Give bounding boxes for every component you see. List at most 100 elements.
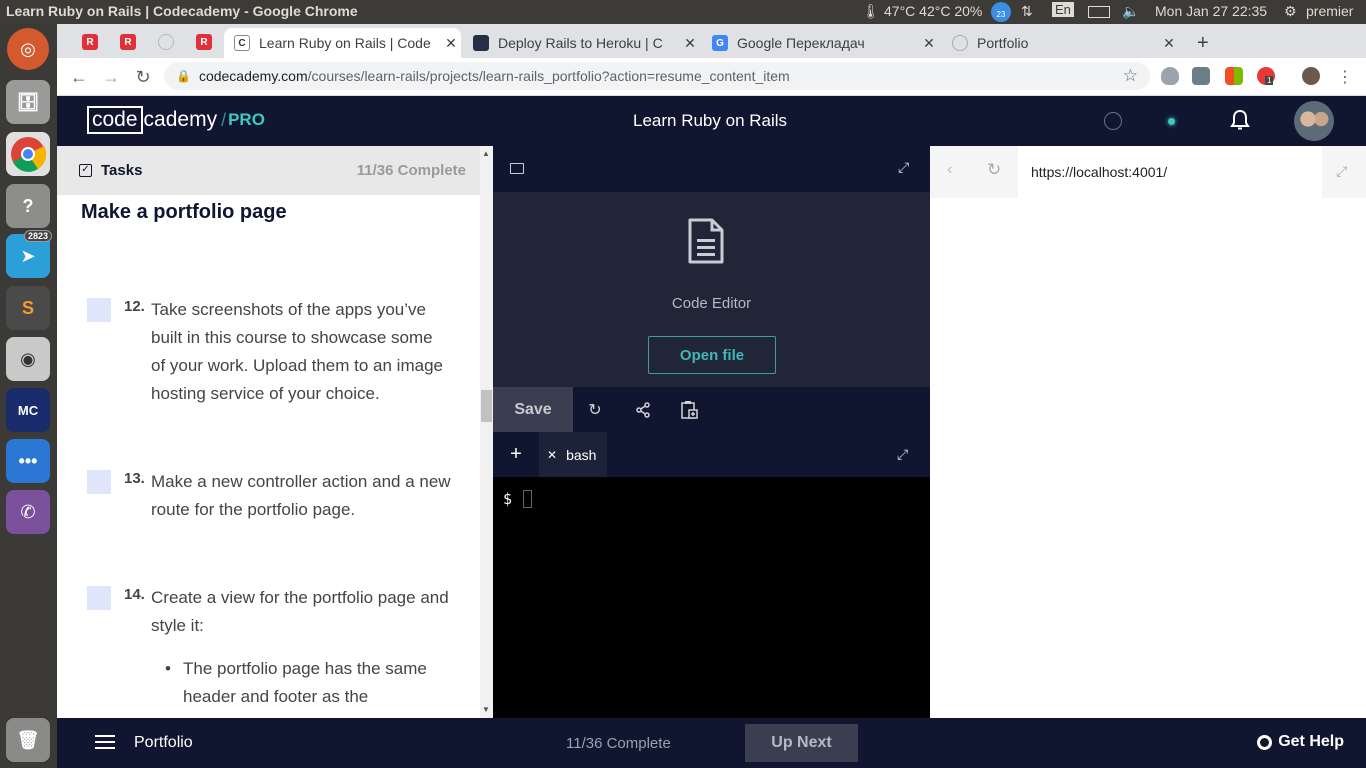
scroll-down-arrow-icon[interactable]: ▼ — [482, 705, 490, 714]
midnight-commander-icon[interactable]: MC — [6, 388, 50, 432]
task-checkbox[interactable] — [87, 586, 111, 610]
folder-icon[interactable] — [510, 163, 524, 174]
reload-icon[interactable]: ↻ — [131, 66, 155, 88]
task-number: 12. — [124, 298, 145, 315]
notification-badge[interactable]: 23 — [991, 2, 1011, 22]
preview-browser-bar: ‹ ↻ https://localhost:4001/ ⤢ — [930, 146, 1366, 198]
messaging-icon[interactable]: ••• — [6, 439, 50, 483]
preview-browser-content[interactable] — [930, 198, 1366, 718]
preview-back-icon[interactable]: ‹ — [947, 161, 952, 179]
pinned-tab-blank[interactable] — [156, 33, 176, 51]
loading-favicon — [952, 35, 968, 51]
battery-icon[interactable] — [1088, 6, 1110, 18]
window-title: Learn Ruby on Rails | Codecademy - Googl… — [6, 3, 358, 19]
os-top-panel: Learn Ruby on Rails | Codecademy - Googl… — [0, 0, 1366, 24]
task-text: Make a new controller action and a new r… — [151, 472, 451, 519]
tab-learn-ruby-on-rails[interactable]: C Learn Ruby on Rails | Code ✕ — [224, 28, 461, 58]
codecademy-header: code cademy / PRO Learn Ruby on Rails — [57, 96, 1366, 146]
close-icon[interactable]: ✕ — [1159, 35, 1179, 52]
extension-shield-icon[interactable] — [1161, 67, 1179, 85]
terminal-tab-bash[interactable]: ✕ bash — [539, 432, 607, 477]
chrome-tab-strip: R R R C Learn Ruby on Rails | Code ✕ Dep… — [57, 24, 1366, 58]
tasks-scrollbar[interactable]: ▲ ▼ — [480, 146, 493, 718]
alarm-clock-icon[interactable] — [1104, 112, 1122, 130]
close-icon[interactable]: ✕ — [547, 448, 557, 462]
scrollbar-thumb[interactable] — [481, 390, 492, 422]
notification-bell-icon[interactable] — [1230, 109, 1250, 137]
pinned-tab-rails-1[interactable]: R — [80, 33, 100, 51]
status-dot-icon — [1168, 118, 1175, 125]
save-button[interactable]: Save — [493, 387, 573, 432]
task-checkbox[interactable] — [87, 470, 111, 494]
help-icon[interactable]: ? — [6, 184, 50, 228]
scroll-up-arrow-icon[interactable]: ▲ — [482, 149, 490, 158]
tab-deploy-rails-heroku[interactable]: Deploy Rails to Heroku | C ✕ — [463, 28, 700, 58]
codecademy-logo[interactable]: code cademy / PRO — [87, 106, 265, 134]
new-tab-button[interactable]: + — [1187, 28, 1217, 58]
up-next-button[interactable]: Up Next — [745, 724, 858, 762]
close-icon[interactable]: ✕ — [441, 35, 461, 52]
code-editor-label: Code Editor — [671, 295, 752, 312]
close-icon[interactable]: ✕ — [680, 35, 700, 52]
sublime-icon[interactable]: S — [6, 286, 50, 330]
task-checkbox[interactable] — [87, 298, 111, 322]
ubuntu-icon[interactable]: ◎ — [7, 28, 49, 70]
terminal-bar: + ✕ bash ⤢ — [493, 432, 930, 477]
pinned-tab-rails-3[interactable]: R — [194, 33, 214, 51]
network-icon[interactable]: ⇅ — [1021, 3, 1033, 20]
get-help-button[interactable]: Get Help — [1257, 733, 1344, 751]
forward-arrow-icon[interactable]: → — [99, 66, 123, 88]
profile-avatar[interactable] — [1302, 67, 1320, 85]
launcher: ◎ 🗄 ? ➤ 2823 S ◉ MC ••• ✆ 🗑 — [0, 24, 57, 768]
extension-opera-icon[interactable]: 1 — [1257, 67, 1275, 85]
expand-icon[interactable]: ⤢ — [897, 446, 908, 463]
address-bar[interactable]: 🔒 codecademy.com/courses/learn-rails/pro… — [164, 62, 1150, 90]
hamburger-menu-icon[interactable] — [95, 735, 115, 751]
speaker-app-icon[interactable]: ◉ — [6, 337, 50, 381]
tasks-pane: ✓ Tasks 11/36 Complete Make a portfolio … — [57, 146, 493, 718]
preview-reload-icon[interactable]: ↻ — [987, 160, 1001, 180]
username[interactable]: premier — [1306, 3, 1353, 19]
pinned-tab-rails-2[interactable]: R — [118, 33, 138, 51]
expand-icon[interactable]: ⤢ — [898, 159, 909, 176]
refresh-icon[interactable]: ↻ — [584, 399, 606, 421]
thermometer-icon: 🌡 — [862, 3, 880, 19]
task-text: Take screenshots of the apps you’ve buil… — [151, 300, 443, 403]
chrome-menu-icon[interactable]: ⋮ — [1333, 66, 1357, 88]
google-translate-favicon: G — [712, 35, 728, 51]
open-file-button[interactable]: Open file — [648, 336, 776, 374]
files-icon[interactable]: 🗄 — [6, 80, 50, 124]
terminal-body[interactable]: $ — [493, 477, 930, 718]
keyboard-layout[interactable]: En — [1052, 2, 1074, 17]
back-arrow-icon[interactable]: ← — [67, 66, 91, 88]
lifebuoy-icon — [1257, 734, 1273, 750]
terminal-prompt: $ — [503, 490, 513, 508]
section-title: Make a portfolio page — [81, 201, 287, 223]
chrome-icon[interactable] — [6, 132, 50, 176]
preview-url-field[interactable]: https://localhost:4001/ — [1018, 146, 1322, 198]
volume-icon[interactable]: 🔈 — [1122, 3, 1139, 20]
add-terminal-button[interactable]: + — [493, 432, 539, 477]
trash-icon[interactable]: 🗑 — [6, 718, 50, 762]
tab-portfolio[interactable]: Portfolio ✕ — [942, 28, 1179, 58]
tasks-header[interactable]: ✓ Tasks 11/36 Complete — [57, 146, 480, 195]
task-bullet: • The portfolio page has the same header… — [165, 659, 427, 706]
extension-office-icon[interactable] — [1225, 67, 1243, 85]
close-icon[interactable]: ✕ — [919, 35, 939, 52]
bookmark-star-icon[interactable]: ☆ — [1123, 66, 1138, 86]
tab-google-translate[interactable]: G Google Перекладач ✕ — [702, 28, 939, 58]
telegram-icon[interactable]: ➤ 2823 — [6, 230, 53, 278]
clipboard-add-icon[interactable] — [678, 399, 700, 421]
share-icon[interactable] — [632, 399, 654, 421]
expand-icon[interactable]: ⤢ — [1336, 163, 1347, 180]
footer-title[interactable]: Portfolio — [134, 734, 193, 752]
checkbox-icon: ✓ — [79, 164, 92, 177]
clock[interactable]: Mon Jan 27 22:35 — [1155, 3, 1267, 19]
gear-icon[interactable]: ⚙ — [1284, 3, 1297, 20]
viber-icon[interactable]: ✆ — [6, 490, 50, 534]
extension-owl-icon[interactable] — [1192, 67, 1210, 85]
chrome-toolbar: ← → ↻ 🔒 codecademy.com/courses/learn-rai… — [57, 58, 1366, 96]
tasks-label: Tasks — [101, 162, 143, 179]
user-avatar[interactable] — [1294, 101, 1334, 141]
weather-indicator[interactable]: 47°C 42°C 20% — [884, 3, 982, 19]
